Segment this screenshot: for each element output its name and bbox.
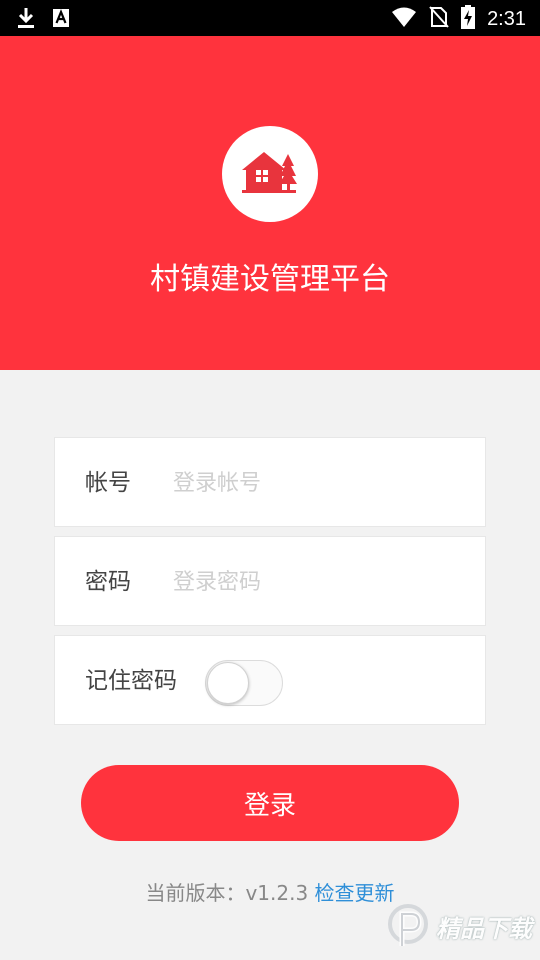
version-text: 当前版本：v1.2.3 bbox=[145, 881, 309, 905]
watermark-text: 精品下载 bbox=[436, 914, 532, 943]
status-time: 2:31 bbox=[487, 8, 526, 30]
download-icon bbox=[16, 6, 36, 34]
app-title: 村镇建设管理平台 bbox=[150, 262, 390, 297]
house-with-tree-icon bbox=[242, 152, 297, 193]
header-banner: 村镇建设管理平台 bbox=[0, 36, 540, 370]
watermark: 精品下载 bbox=[386, 902, 532, 950]
password-row: 密码 bbox=[54, 536, 486, 626]
check-update-link[interactable]: 检查更新 bbox=[315, 881, 395, 905]
toggle-knob[interactable] bbox=[207, 662, 249, 704]
login-button[interactable]: 登录 bbox=[81, 765, 459, 841]
status-bar-left bbox=[16, 6, 70, 34]
wifi-icon bbox=[391, 6, 417, 32]
status-bar-right: 2:31 bbox=[391, 5, 526, 33]
a-notification-icon bbox=[52, 8, 70, 32]
remember-password-toggle[interactable] bbox=[205, 660, 283, 706]
account-input[interactable] bbox=[173, 462, 463, 504]
no-sim-icon bbox=[429, 5, 449, 33]
password-label: 密码 bbox=[85, 569, 131, 595]
account-label: 帐号 bbox=[85, 470, 131, 496]
remember-password-label: 记住密码 bbox=[85, 668, 177, 694]
app-logo bbox=[222, 126, 318, 222]
account-row: 帐号 bbox=[54, 437, 486, 527]
remember-password-row: 记住密码 bbox=[54, 635, 486, 725]
password-input[interactable] bbox=[173, 561, 463, 603]
battery-charging-icon bbox=[461, 5, 476, 33]
p-logo-icon bbox=[388, 904, 428, 946]
status-bar: 2:31 bbox=[0, 0, 540, 36]
